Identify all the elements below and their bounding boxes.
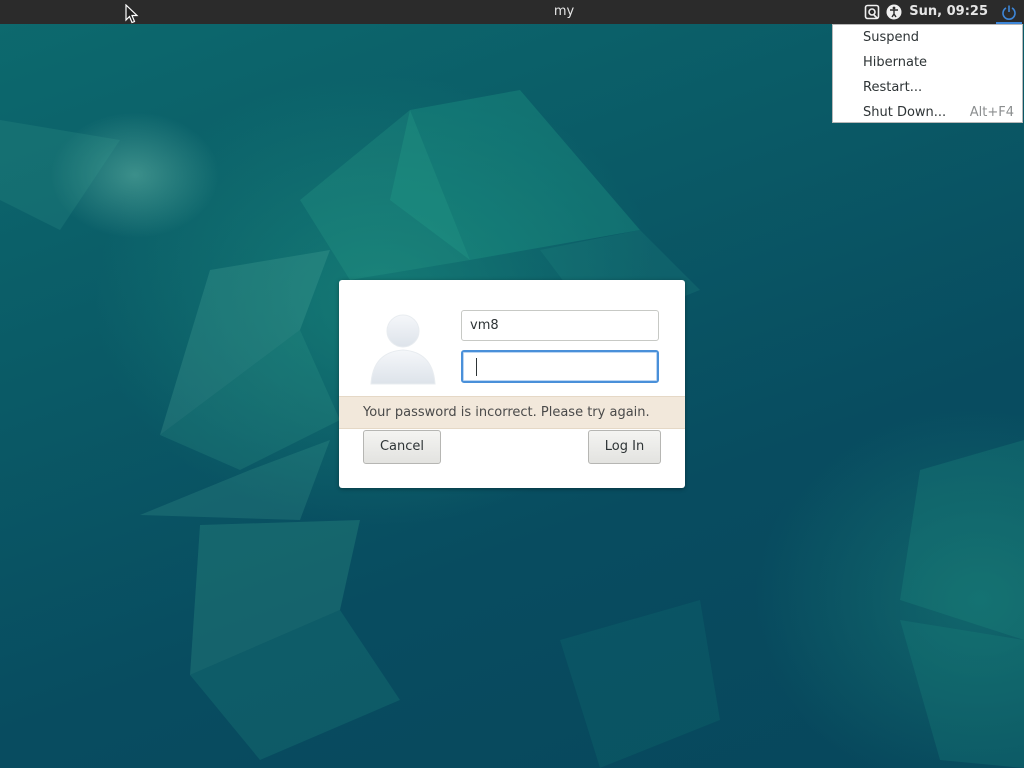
cancel-button[interactable]: Cancel [363,430,441,464]
password-field[interactable] [461,350,659,383]
login-dialog: Your password is incorrect. Please try a… [339,280,685,488]
user-avatar-icon [369,314,437,386]
menu-item-label: Suspend [863,30,920,45]
power-menu-button[interactable] [994,0,1024,24]
top-bar: my Sun, 09:25 [0,0,1024,24]
text-caret [476,358,477,376]
menu-item-label: Shut Down... [863,105,947,120]
system-tray: Sun, 09:25 [861,0,1024,24]
menu-item-hibernate[interactable]: Hibernate [833,50,1022,75]
menu-item-suspend[interactable]: Suspend [833,25,1022,50]
shortcut-label: Alt+F4 [969,105,1014,120]
display-refresh-icon[interactable] [861,0,883,24]
accessibility-icon[interactable] [883,0,905,24]
username-field[interactable] [461,310,659,341]
window-title: my [553,4,575,19]
menu-item-label: Restart... [863,80,923,95]
menu-item-shut-down[interactable]: Shut Down... Alt+F4 [833,100,1022,125]
log-in-button[interactable]: Log In [588,430,661,464]
clock[interactable]: Sun, 09:25 [905,0,994,24]
power-menu: Suspend Hibernate Restart... Shut Down..… [832,24,1023,123]
power-icon [1002,5,1016,20]
error-message: Your password is incorrect. Please try a… [339,396,685,429]
menu-item-restart[interactable]: Restart... [833,75,1022,100]
mouse-pointer-icon [125,3,139,28]
menu-item-label: Hibernate [863,55,928,70]
